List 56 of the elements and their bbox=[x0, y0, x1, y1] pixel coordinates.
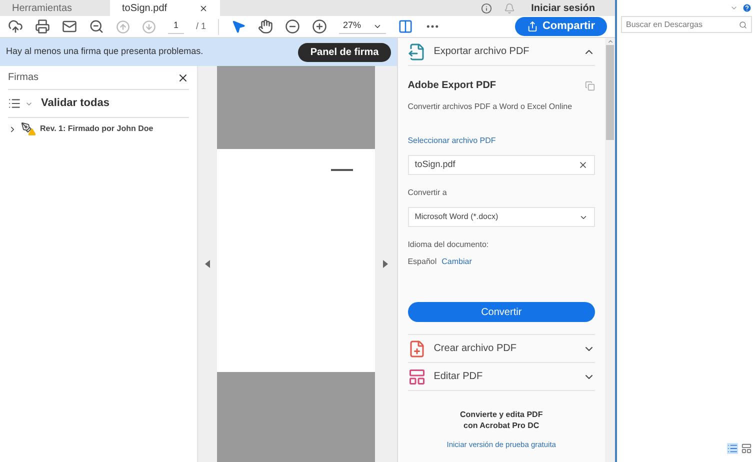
layout-icon bbox=[408, 368, 426, 386]
scroll-up-icon[interactable] bbox=[606, 38, 614, 45]
expand-toggle[interactable] bbox=[8, 124, 17, 134]
zoom-minus-icon[interactable] bbox=[285, 19, 300, 34]
list-icon bbox=[8, 97, 21, 110]
select-file-label: Seleccionar archivo PDF bbox=[408, 135, 497, 147]
zoom-plus-icon[interactable] bbox=[312, 19, 328, 34]
banner-message: Hay al menos una firma que presenta problemas. bbox=[6, 45, 204, 58]
share-icon bbox=[527, 21, 538, 32]
chevron-down-icon[interactable] bbox=[730, 4, 738, 12]
upload-cloud-icon[interactable] bbox=[8, 19, 23, 34]
details-view-icon[interactable] bbox=[727, 443, 738, 454]
tab[interactable]: toSign.pdf bbox=[110, 0, 220, 16]
tool-header[interactable]: Exportar archivo PDF bbox=[408, 38, 596, 66]
expand-right-icon[interactable] bbox=[383, 260, 388, 268]
convert-to-label: Convertir a bbox=[408, 187, 448, 199]
change-link[interactable]: Cambiar bbox=[442, 256, 472, 268]
tiles-view-icon[interactable] bbox=[741, 443, 752, 454]
file-field[interactable]: toSign.pdf bbox=[408, 155, 596, 175]
file-plus-icon bbox=[408, 340, 426, 358]
language-label: Idioma del documento: bbox=[408, 239, 490, 251]
export-heading: Adobe Export PDF bbox=[408, 79, 496, 93]
promo-text: Convierte y edita PDF con Acrobat Pro DC bbox=[459, 408, 544, 431]
pointer-icon[interactable] bbox=[231, 19, 246, 34]
convert-button[interactable]: Convertir bbox=[408, 302, 596, 322]
validate-all-button[interactable]: Validar todas bbox=[41, 95, 110, 112]
help-icon[interactable] bbox=[742, 3, 752, 13]
zoom-out-icon[interactable] bbox=[89, 19, 104, 34]
export-description: Convertir archivos PDF a Word o Excel Online bbox=[408, 101, 574, 113]
page-number-field[interactable]: 1 bbox=[168, 19, 184, 34]
search-field[interactable]: Buscar en Descargas bbox=[621, 16, 752, 33]
print-icon[interactable] bbox=[35, 19, 50, 34]
tool-header[interactable]: Editar PDF bbox=[408, 363, 596, 391]
page-total: / 1 bbox=[196, 20, 206, 33]
language-value: Español bbox=[408, 256, 437, 268]
file-export-icon bbox=[408, 42, 426, 60]
close-icon[interactable] bbox=[177, 72, 189, 84]
options-dropdown[interactable] bbox=[8, 97, 33, 110]
zoom-dropdown[interactable]: 27% bbox=[339, 19, 386, 34]
signature-panel-button[interactable]: Panel de firma bbox=[298, 42, 391, 62]
mail-icon[interactable] bbox=[62, 19, 77, 34]
search-icon bbox=[739, 20, 747, 28]
page-layout-icon[interactable] bbox=[398, 19, 414, 34]
share-button[interactable]: Compartir bbox=[515, 17, 607, 36]
hand-icon[interactable] bbox=[258, 19, 274, 34]
page-text-mark bbox=[331, 169, 353, 171]
panel-title: Firmas bbox=[8, 71, 39, 85]
format-dropdown[interactable]: Microsoft Word (*.docx) bbox=[408, 207, 596, 227]
close-icon[interactable] bbox=[199, 4, 208, 12]
collapse-left-icon[interactable] bbox=[205, 260, 210, 268]
tool-header[interactable]: Crear archivo PDF bbox=[408, 335, 596, 363]
scrollbar-thumb[interactable] bbox=[606, 45, 614, 140]
sign-in-link[interactable]: Iniciar sesión bbox=[531, 1, 595, 16]
signature-item[interactable]: Rev. 1: Firmado por John Doe bbox=[40, 123, 154, 135]
clear-icon[interactable] bbox=[578, 160, 588, 170]
info-icon[interactable] bbox=[481, 3, 492, 14]
